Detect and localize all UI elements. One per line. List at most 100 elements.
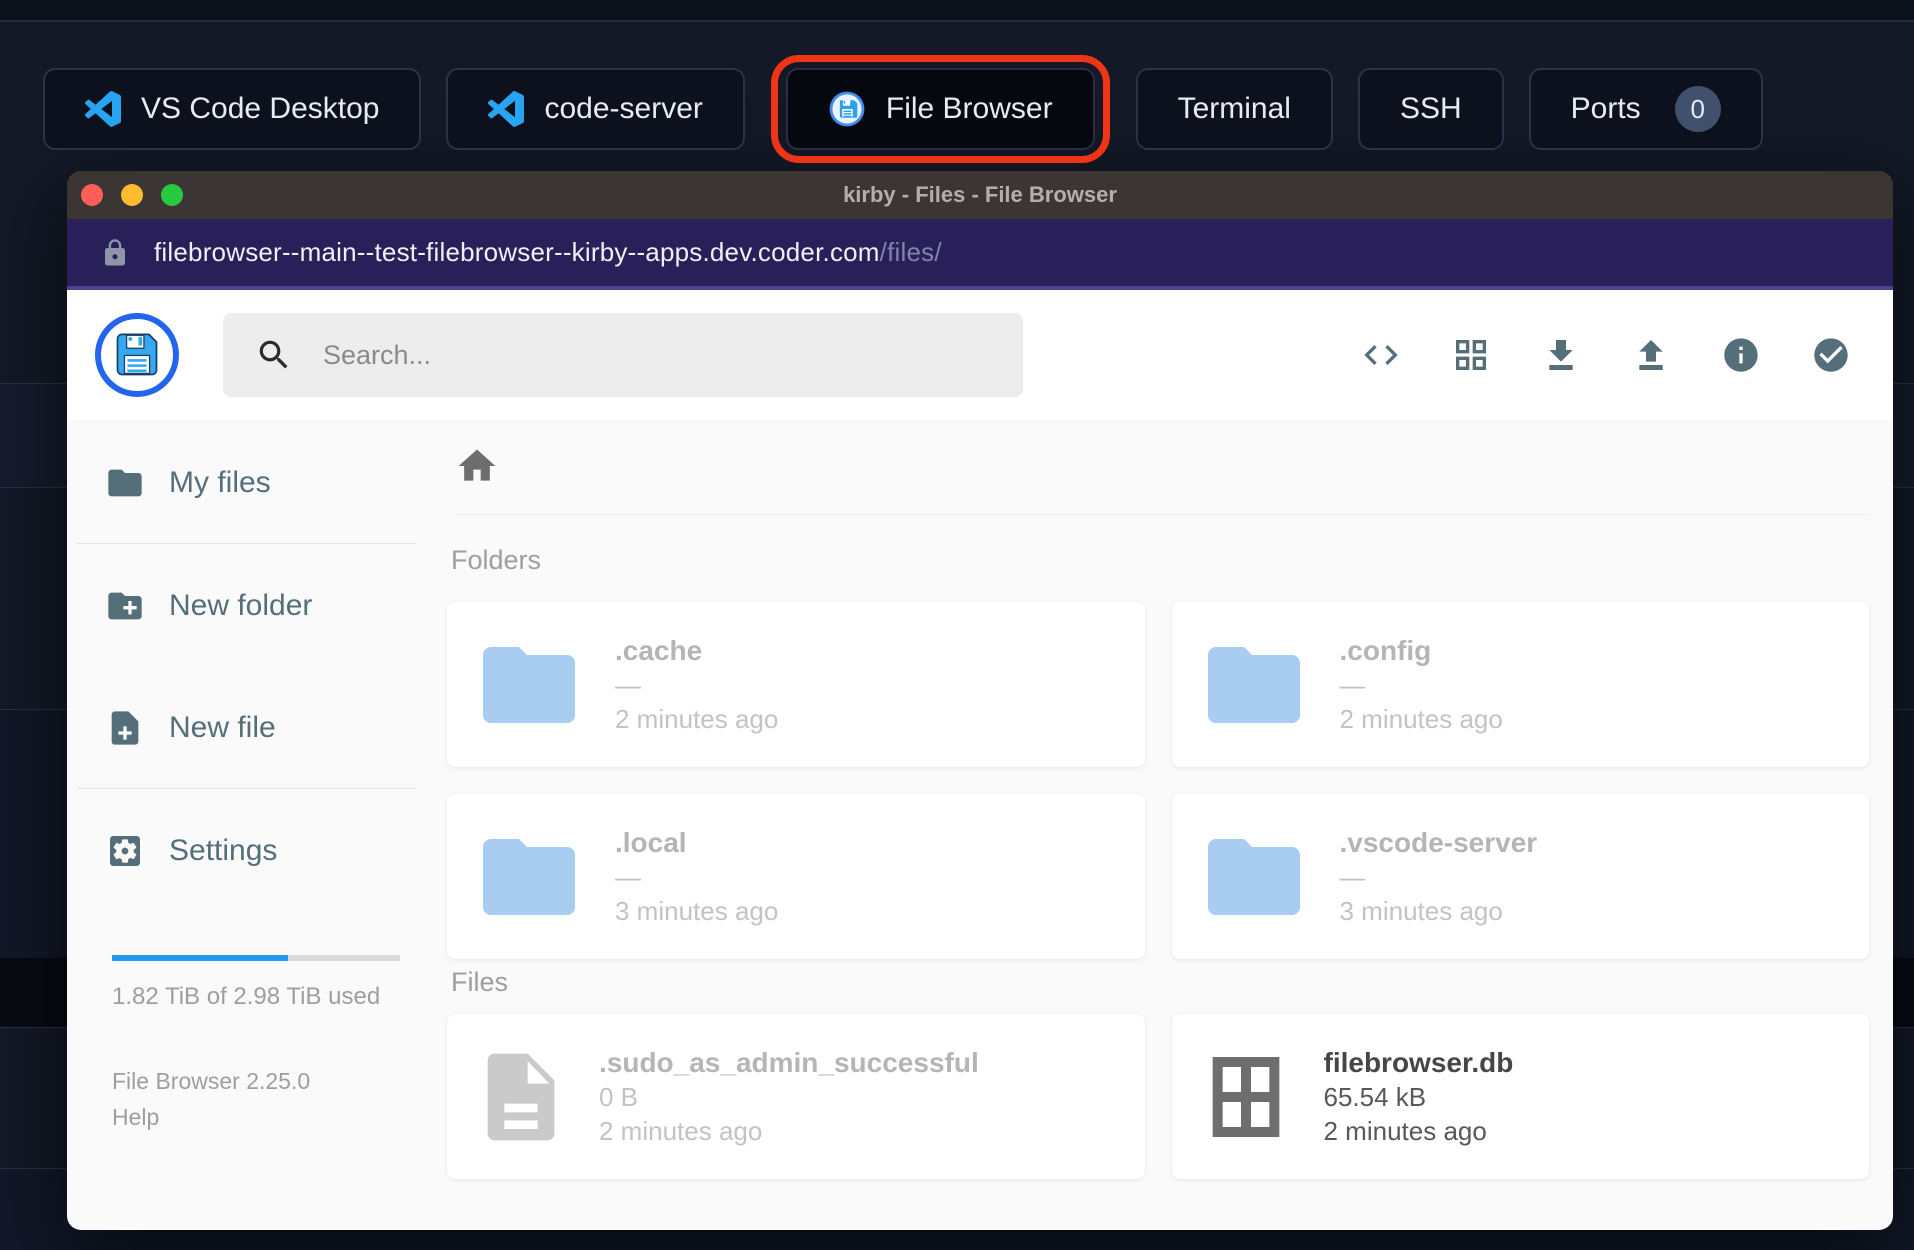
url-path: /files/	[879, 237, 942, 267]
tab-file-browser[interactable]: File Browser	[785, 68, 1095, 150]
item-modified: 2 minutes ago	[1339, 703, 1503, 734]
item-name: .local	[615, 826, 687, 858]
tab-ssh[interactable]: SSH	[1357, 68, 1504, 150]
folder-card-cache[interactable]: .cache — 2 minutes ago	[447, 602, 1145, 767]
item-size: —	[1339, 669, 1366, 700]
folder-icon	[108, 469, 142, 497]
lock-icon	[105, 238, 125, 265]
section-title-files: Files	[451, 967, 509, 997]
window-titlebar[interactable]: kirby - Files - File Browser	[67, 171, 1893, 219]
upload-icon[interactable]	[1631, 335, 1671, 375]
desktop-top-strip	[0, 0, 1914, 22]
tab-terminal[interactable]: Terminal	[1135, 68, 1333, 150]
search-bar[interactable]	[223, 313, 1023, 397]
sidebar: My files New folder New file Settings 1.…	[67, 420, 447, 1230]
storage-progress-fill	[112, 955, 288, 961]
shell-icon[interactable]	[1361, 335, 1401, 375]
filebrowser-header	[67, 290, 1893, 420]
file-listing: Folders .cache — 2 minutes ago .config —…	[447, 420, 1893, 1230]
item-modified: 2 minutes ago	[599, 1115, 763, 1146]
annotated-tab-wrap: File Browser	[770, 55, 1110, 163]
folders-grid: .cache — 2 minutes ago .config — 2 minut…	[447, 602, 1869, 959]
folder-icon	[1207, 838, 1300, 915]
breadcrumb-divider	[455, 514, 1869, 515]
desktop-background: VS Code Desktop code-server File Browser…	[0, 0, 1914, 1250]
filebrowser-icon	[829, 91, 865, 127]
browser-window: kirby - Files - File Browser filebrowser…	[67, 171, 1893, 1230]
sidebar-item-label: My files	[169, 466, 271, 499]
item-modified: 2 minutes ago	[615, 703, 779, 734]
sidebar-item-my-files[interactable]: My files	[67, 433, 447, 533]
tab-ports[interactable]: Ports 0	[1528, 68, 1763, 150]
folder-card-local[interactable]: .local — 3 minutes ago	[447, 794, 1145, 959]
zoom-window-button[interactable]	[161, 184, 183, 206]
item-size: —	[615, 861, 641, 892]
sidebar-divider	[77, 543, 417, 544]
files-grid: .sudo_as_admin_successful 0 B 2 minutes …	[447, 1014, 1869, 1179]
sidebar-item-label: New folder	[169, 589, 313, 622]
filebrowser-logo[interactable]	[95, 313, 179, 397]
item-size: —	[615, 669, 641, 700]
url-text: filebrowser--main--test-filebrowser--kir…	[154, 237, 942, 268]
vscode-icon	[488, 91, 525, 127]
storage-usage: 1.82 TiB of 2.98 TiB used	[112, 955, 447, 1011]
item-name: filebrowser.db	[1323, 1046, 1514, 1078]
item-size: —	[1339, 861, 1366, 892]
close-window-button[interactable]	[81, 184, 103, 206]
file-card-filebrowser-db[interactable]: filebrowser.db 65.54 kB 2 minutes ago	[1171, 1014, 1869, 1179]
home-breadcrumb-button[interactable]	[455, 444, 499, 488]
search-input[interactable]	[323, 339, 991, 371]
sidebar-item-label: Settings	[169, 834, 278, 867]
tab-label: VS Code Desktop	[141, 92, 380, 125]
folder-card-config[interactable]: .config — 2 minutes ago	[1171, 602, 1869, 767]
new-folder-icon	[108, 592, 142, 620]
grid-view-icon[interactable]	[1451, 335, 1491, 375]
vscode-icon	[85, 91, 121, 127]
tab-label: code-server	[544, 92, 703, 125]
download-icon[interactable]	[1541, 335, 1581, 375]
sidebar-item-label: New file	[169, 711, 276, 744]
help-link[interactable]: Help	[112, 1099, 159, 1135]
sidebar-item-new-file[interactable]: New file	[67, 678, 447, 778]
item-size: 65.54 kB	[1323, 1081, 1427, 1112]
item-name: .sudo_as_admin_successful	[599, 1046, 979, 1078]
folder-icon	[483, 646, 575, 723]
folder-icon	[1207, 646, 1300, 723]
sidebar-item-new-folder[interactable]: New folder	[67, 556, 447, 656]
storage-progress-bar	[112, 955, 400, 961]
browser-url-bar[interactable]: filebrowser--main--test-filebrowser--kir…	[67, 219, 1893, 290]
tab-label: Ports	[1570, 92, 1641, 125]
home-icon	[458, 449, 496, 481]
item-size: 0 B	[599, 1081, 639, 1112]
folder-icon	[483, 838, 575, 915]
workspace-app-tabbar: VS Code Desktop code-server File Browser…	[43, 55, 1763, 163]
item-modified: 2 minutes ago	[1323, 1115, 1487, 1146]
url-host: filebrowser--main--test-filebrowser--kir…	[154, 237, 880, 267]
database-file-icon	[1212, 1056, 1279, 1137]
tab-label: Terminal	[1177, 92, 1291, 125]
sidebar-item-settings[interactable]: Settings	[67, 801, 447, 901]
breadcrumb	[455, 444, 1869, 488]
settings-icon	[110, 836, 140, 866]
search-icon	[259, 340, 288, 369]
tab-vscode-desktop[interactable]: VS Code Desktop	[43, 68, 422, 150]
minimize-window-button[interactable]	[121, 184, 143, 206]
info-icon[interactable]	[1721, 335, 1761, 375]
sidebar-divider	[77, 788, 417, 789]
header-toolbar	[1361, 335, 1851, 375]
storage-usage-label: 1.82 TiB of 2.98 TiB used	[112, 983, 381, 1010]
folder-card-vscode-server[interactable]: .vscode-server — 3 minutes ago	[1171, 794, 1869, 959]
version-link[interactable]: File Browser 2.25.0	[112, 1063, 310, 1099]
window-title: kirby - Files - File Browser	[843, 182, 1117, 207]
tab-label: File Browser	[885, 92, 1053, 125]
item-name: .vscode-server	[1339, 826, 1538, 858]
item-modified: 3 minutes ago	[615, 895, 779, 926]
file-icon	[487, 1053, 555, 1140]
sidebar-footer: File Browser 2.25.0 Help	[112, 1063, 447, 1135]
ports-count-badge: 0	[1674, 86, 1721, 132]
floppy-disk-icon	[116, 333, 158, 376]
file-card-sudo-as-admin-successful[interactable]: .sudo_as_admin_successful 0 B 2 minutes …	[447, 1014, 1145, 1179]
item-name: .config	[1339, 634, 1432, 666]
select-multiple-icon[interactable]	[1811, 335, 1851, 375]
tab-code-server[interactable]: code-server	[446, 68, 745, 150]
